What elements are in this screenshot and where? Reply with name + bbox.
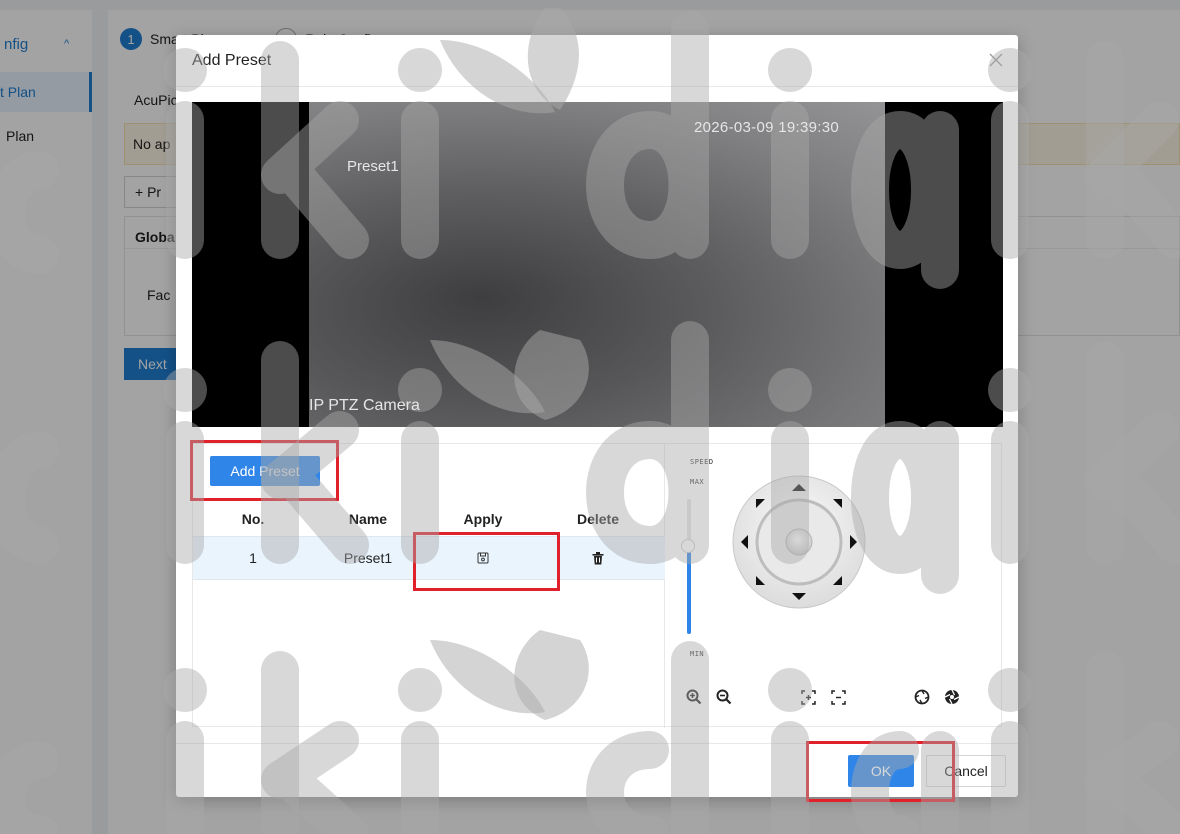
- dialog-title: Add Preset: [192, 52, 272, 69]
- video-preset-overlay: Preset1: [347, 158, 399, 175]
- preset-table: No. Name Apply Delete 1 Preset1: [193, 502, 665, 580]
- direction-pad[interactable]: [731, 474, 867, 610]
- trash-icon[interactable]: [588, 548, 608, 568]
- row-name: Preset1: [343, 550, 393, 566]
- column-header-apply: Apply: [463, 511, 503, 527]
- speed-slider-handle[interactable]: [681, 539, 695, 553]
- iris-open-icon[interactable]: [909, 684, 935, 710]
- close-icon[interactable]: [984, 49, 1008, 73]
- zoom-out-icon[interactable]: [711, 684, 737, 710]
- table-row[interactable]: 1 Preset1: [193, 536, 665, 580]
- iris-close-icon[interactable]: [939, 684, 965, 710]
- preset-panel: Add Preset No. Name Apply Delete 1 Prese…: [192, 443, 1002, 728]
- speed-slider-fill: [687, 546, 691, 634]
- column-header-delete: Delete: [576, 511, 620, 527]
- focus-near-icon[interactable]: [795, 684, 821, 710]
- add-preset-dialog: Add Preset 2026-03-09 19:39:30 Preset1 I…: [176, 35, 1018, 797]
- divider: [176, 743, 1018, 744]
- video-preview: 2026-03-09 19:39:30 Preset1 IP PTZ Camer…: [192, 102, 1003, 427]
- row-no: 1: [249, 550, 257, 566]
- preset-list-area: Add Preset No. Name Apply Delete 1 Prese…: [193, 444, 665, 728]
- ptz-toolbar: [681, 684, 991, 714]
- divider: [176, 86, 1018, 87]
- zoom-in-icon[interactable]: [681, 684, 707, 710]
- speed-min-label: MIN: [690, 650, 705, 658]
- column-header-no: No.: [241, 511, 265, 527]
- speed-slider[interactable]: [687, 499, 691, 634]
- speed-max-label: MAX: [690, 478, 705, 486]
- save-icon[interactable]: [473, 548, 493, 568]
- ptz-control: SPEED MAX MIN: [665, 444, 1001, 728]
- focus-far-icon[interactable]: [825, 684, 851, 710]
- add-preset-button[interactable]: Add Preset: [210, 456, 320, 486]
- cancel-button[interactable]: Cancel: [926, 755, 1006, 787]
- video-timestamp: 2026-03-09 19:39:30: [694, 119, 839, 136]
- table-header: No. Name Apply Delete: [193, 502, 665, 536]
- column-header-name: Name: [348, 511, 388, 527]
- camera-feed: [309, 102, 885, 427]
- video-camera-name: IP PTZ Camera: [309, 397, 420, 414]
- speed-label: SPEED: [690, 458, 714, 466]
- ok-button[interactable]: OK: [848, 755, 914, 787]
